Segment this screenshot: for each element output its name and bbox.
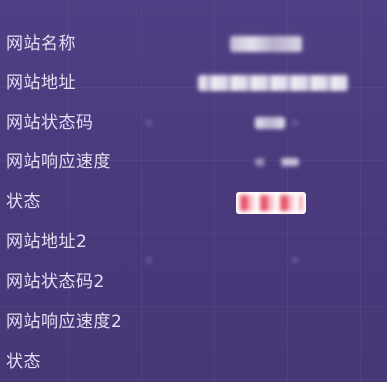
row-site-url: 网站地址 [0, 63, 387, 103]
row-status: 状态 [0, 182, 387, 222]
status-badge [236, 192, 306, 214]
response-speed-value-redacted [255, 158, 299, 166]
site-url-value-redacted [198, 75, 348, 91]
status-label: 状态 [6, 192, 41, 212]
row-status-code: 网站状态码 [0, 103, 387, 143]
response-speed-label: 网站响应速度 [6, 152, 111, 172]
site-name-value-redacted [230, 36, 302, 52]
row-status-code-2: 网站状态码2 [0, 262, 387, 302]
site-name-label: 网站名称 [6, 34, 76, 54]
status-2-label: 状态 [6, 352, 41, 372]
row-response-speed: 网站响应速度 [0, 142, 387, 182]
response-speed-2-label: 网站响应速度2 [6, 312, 123, 332]
status-code-2-label: 网站状态码2 [6, 272, 105, 292]
row-site-name: 网站名称 [0, 24, 387, 64]
row-status-2: 状态 [0, 342, 387, 382]
site-url-label: 网站地址 [6, 73, 76, 93]
status-code-value-redacted [255, 117, 285, 129]
site-url-2-label: 网站地址2 [6, 232, 88, 252]
row-response-speed-2: 网站响应速度2 [0, 302, 387, 342]
status-badge-text-redacted [240, 195, 302, 211]
status-code-label: 网站状态码 [6, 113, 94, 133]
row-site-url-2: 网站地址2 [0, 222, 387, 262]
